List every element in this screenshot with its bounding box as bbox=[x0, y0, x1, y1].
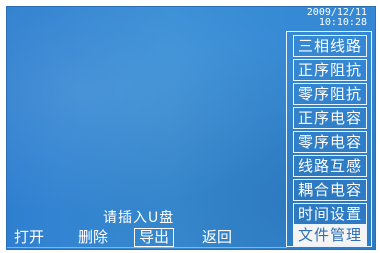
menu-item-line-mutual-inductance[interactable]: 线路互感 bbox=[293, 155, 367, 177]
menu-item-positive-sequence-impedance[interactable]: 正序阻抗 bbox=[293, 59, 367, 81]
side-menu: 三相线路 正序阻抗 零序阻抗 正序电容 零序电容 线路互感 耦合电容 时间设置 … bbox=[286, 31, 372, 247]
export-softkey[interactable]: 导出 bbox=[134, 228, 174, 247]
back-softkey[interactable]: 返回 bbox=[197, 228, 237, 247]
insert-usb-prompt: 请插入U盘 bbox=[103, 210, 175, 226]
softkey-bar: 打开 删除 导出 返回 bbox=[7, 228, 287, 249]
menu-item-three-phase-line[interactable]: 三相线路 bbox=[293, 35, 367, 57]
status-datetime: 2009/12/11 10:10:28 bbox=[307, 8, 367, 28]
menu-item-zero-sequence-capacitance[interactable]: 零序电容 bbox=[293, 131, 367, 153]
delete-softkey[interactable]: 删除 bbox=[73, 228, 113, 247]
menu-item-zero-sequence-impedance[interactable]: 零序阻抗 bbox=[293, 83, 367, 105]
menu-item-coupling-capacitance[interactable]: 耦合电容 bbox=[293, 179, 367, 201]
menu-item-file-management[interactable]: 文件管理 bbox=[293, 224, 367, 246]
bottom-divider bbox=[7, 247, 287, 248]
status-time: 10:10:28 bbox=[318, 17, 367, 28]
open-softkey[interactable]: 打开 bbox=[11, 228, 47, 247]
device-screen: 2009/12/11 10:10:28 三相线路 正序阻抗 零序阻抗 正序电容 … bbox=[6, 6, 376, 250]
menu-item-positive-sequence-capacitance[interactable]: 正序电容 bbox=[293, 107, 367, 129]
menu-item-time-settings[interactable]: 时间设置 bbox=[293, 203, 367, 225]
